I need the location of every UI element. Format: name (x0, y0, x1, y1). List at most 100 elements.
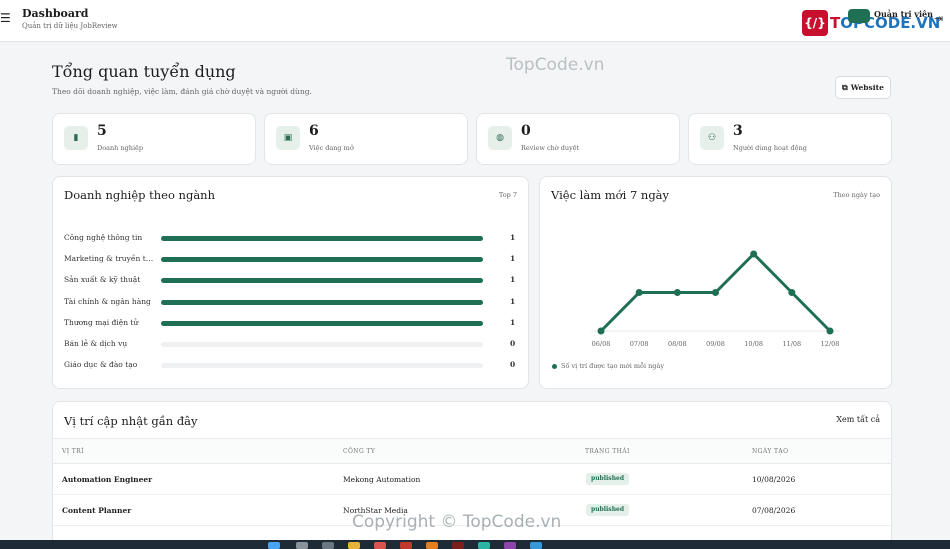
industry-bar-fill (161, 257, 483, 263)
hamburger-menu-icon[interactable]: ☰ (0, 9, 11, 27)
table-header: VỊ TRÍ CÔNG TY TRẠNG THÁI NGÀY TẠO (53, 438, 891, 464)
data-point (597, 327, 605, 335)
industry-bar-fill (161, 236, 483, 241)
industry-bar-track (161, 320, 483, 326)
data-point (788, 289, 796, 296)
industry-bar-fill (161, 299, 483, 305)
x-tick-label: 09/08 (706, 340, 725, 348)
x-tick-label: 06/08 (592, 340, 611, 348)
view-all-link[interactable]: Xem tất cả (836, 415, 880, 424)
search-icon[interactable] (296, 542, 308, 549)
app-icon[interactable] (374, 542, 386, 549)
legend-swatch (552, 363, 557, 369)
industry-row: Thương mại điện tử 1 (64, 317, 518, 329)
industry-row: Công nghệ thông tin 1 (64, 232, 518, 244)
app-subtitle: Quản trị dữ liệu JobReview (22, 22, 118, 30)
company-cell: Mekong Automation (343, 475, 421, 484)
watermark-bottom: Copyright © TopCode.vn (352, 512, 562, 532)
start-icon[interactable] (268, 542, 280, 549)
users-icon: ⚇ (700, 126, 724, 150)
chart-legend: Số vị trí được tạo mới mỗi ngày (552, 362, 664, 370)
industry-bar-fill (161, 278, 483, 284)
industry-row: Tài chính & ngân hàng 1 (64, 296, 518, 308)
x-tick-label: 11/08 (782, 340, 801, 348)
industry-label: Công nghệ thông tin (64, 233, 143, 242)
column-header: VỊ TRÍ (62, 448, 84, 455)
position-cell: Automation Engineer (62, 475, 153, 484)
logout-icon[interactable]: ⇥ (934, 12, 943, 25)
stat-value: 0 (521, 123, 531, 139)
industry-row: Bán lẻ & dịch vụ 0 (64, 338, 518, 350)
industry-label: Thương mại điện tử (64, 317, 139, 327)
industry-count: 0 (510, 339, 516, 348)
industry-panel: Doanh nghiệp theo ngành Top 7 Công nghệ … (52, 176, 529, 389)
panel-title: Doanh nghiệp theo ngành (64, 188, 215, 202)
position-cell: Content Planner (62, 506, 132, 515)
industry-row: Sản xuất & kỹ thuật 1 (64, 274, 518, 286)
industry-count: 1 (510, 296, 516, 306)
industry-count: 1 (510, 317, 516, 327)
date-cell: 07/08/2026 (752, 506, 796, 515)
industry-bar-fill (161, 320, 483, 326)
industry-bar-track (161, 363, 483, 369)
stat-label: Người dùng hoạt động (733, 144, 807, 152)
website-button[interactable]: ⧉ Website (835, 76, 891, 99)
industry-bar-track (161, 299, 483, 305)
building-icon: ▮ (64, 126, 88, 150)
industry-row: Giáo dục & đào tạo 0 (64, 359, 518, 371)
stat-value: 3 (733, 123, 743, 139)
folder-icon[interactable] (348, 542, 360, 549)
app-icon[interactable] (504, 542, 516, 549)
app-icon[interactable] (426, 542, 438, 549)
table-row[interactable]: Automation Engineer Mekong Automation pu… (53, 464, 891, 495)
stat-label: Doanh nghiệp (97, 144, 144, 152)
panel-title: Vị trí cập nhật gần đây (64, 414, 198, 428)
status-badge: published (586, 473, 630, 485)
admin-avatar[interactable] (848, 9, 870, 23)
data-point (712, 289, 719, 296)
stat-value: 5 (97, 123, 107, 139)
industry-label: Giáo dục & đào tạo (64, 360, 138, 370)
date-cell: 10/08/2026 (752, 475, 796, 484)
stat-label: Việc đang mở (309, 144, 354, 152)
industry-bar-track (161, 278, 483, 284)
x-tick-label: 08/08 (668, 340, 687, 348)
legend-label: Số vị trí được tạo mới mỗi ngày (561, 362, 665, 370)
stat-card-pending-reviews: ◍ 0 Review chờ duyệt (476, 113, 680, 165)
briefcase-icon: ▣ (276, 126, 300, 150)
industry-label: Bán lẻ & dịch vụ (64, 339, 128, 348)
os-taskbar (0, 540, 950, 549)
data-point (635, 289, 643, 296)
app-icon[interactable] (452, 542, 464, 549)
page-subtitle: Theo dõi doanh nghiệp, việc làm, đánh gi… (52, 87, 312, 96)
status-badge: published (586, 504, 630, 516)
website-button-label: Website (850, 83, 884, 92)
app-icon[interactable] (478, 542, 490, 549)
industry-count: 1 (510, 275, 516, 285)
industry-label: Marketing & truyền thông (64, 254, 154, 264)
x-tick-label: 12/08 (821, 340, 840, 348)
stat-card-active-users: ⚇ 3 Người dùng hoạt động (688, 113, 892, 165)
top-bar: ☰ Dashboard Quản trị dữ liệu JobReview {… (0, 0, 950, 42)
industry-count: 0 (510, 360, 516, 370)
page-title: Tổng quan tuyển dụng (52, 62, 236, 81)
industry-row: Marketing & truyền thông 1 (64, 253, 518, 265)
stat-card-companies: ▮ 5 Doanh nghiệp (52, 113, 256, 165)
jobs-chart-panel: Việc làm mới 7 ngày Theo ngày tạo 06/08 0… (539, 176, 892, 389)
column-header: CÔNG TY (343, 448, 376, 455)
admin-label[interactable]: Quản trị viên (874, 9, 933, 19)
x-tick-label: 10/08 (744, 340, 763, 348)
industry-bar-track (161, 342, 483, 347)
app-icon[interactable] (530, 542, 542, 549)
chat-icon: ◍ (488, 126, 512, 150)
stat-label: Review chờ duyệt (521, 144, 580, 152)
industry-bar-track (161, 257, 483, 263)
taskview-icon[interactable] (322, 542, 334, 549)
industry-bar-track (161, 236, 483, 241)
column-header: TRẠNG THÁI (585, 448, 630, 455)
browser-icon[interactable] (400, 542, 412, 549)
stat-value: 6 (309, 123, 319, 139)
external-link-icon: ⧉ (842, 83, 848, 92)
industry-label: Sản xuất & kỹ thuật (64, 275, 141, 285)
watermark-top: TopCode.vn (506, 55, 605, 75)
